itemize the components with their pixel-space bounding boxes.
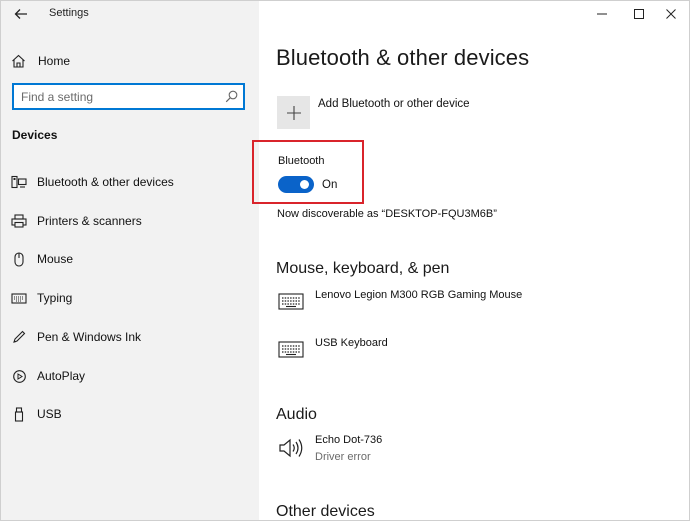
toggle-knob	[300, 180, 309, 189]
keyboard-icon	[278, 341, 304, 358]
sidebar-item-label: Typing	[37, 291, 73, 305]
sidebar: Settings Home Devices	[1, 1, 259, 520]
page-title: Bluetooth & other devices	[276, 45, 530, 70]
close-icon	[666, 9, 676, 19]
sidebar-item-label: AutoPlay	[37, 369, 86, 383]
sidebar-item-mouse[interactable]: Mouse	[1, 243, 259, 275]
pen-icon	[10, 328, 28, 346]
close-button[interactable]	[651, 3, 689, 25]
device-name[interactable]: USB Keyboard	[315, 337, 388, 349]
sidebar-section-title: Devices	[12, 128, 58, 142]
printer-icon	[10, 212, 28, 230]
bluetooth-toggle[interactable]	[278, 176, 314, 193]
sidebar-item-label: Printers & scanners	[37, 214, 142, 228]
section-heading-input: Mouse, keyboard, & pen	[276, 260, 450, 277]
arrow-left-icon	[14, 9, 27, 19]
sidebar-item-pen[interactable]: Pen & Windows Ink	[1, 321, 259, 353]
devices-icon	[10, 173, 28, 191]
sidebar-item-printers[interactable]: Printers & scanners	[1, 205, 259, 237]
highlight-box	[252, 140, 364, 204]
autoplay-icon	[10, 367, 28, 385]
discoverable-text: Now discoverable as “DESKTOP-FQU3M6B”	[277, 208, 497, 220]
section-heading-audio: Audio	[276, 406, 317, 423]
maximize-icon	[634, 9, 644, 19]
sidebar-item-typing[interactable]: Typing	[1, 282, 259, 314]
sidebar-item-label: Pen & Windows Ink	[37, 330, 142, 344]
sidebar-item-label: Bluetooth & other devices	[37, 175, 174, 189]
sidebar-item-label: Mouse	[37, 252, 74, 266]
minimize-button[interactable]	[582, 3, 622, 25]
home-nav[interactable]: Home	[11, 51, 70, 71]
search-input[interactable]	[14, 89, 219, 104]
search-box	[12, 83, 245, 110]
settings-window: Settings Home Devices	[0, 0, 690, 521]
bluetooth-label: Bluetooth	[278, 155, 325, 167]
home-icon	[12, 54, 25, 68]
sidebar-item-usb[interactable]: USB	[1, 398, 259, 430]
keyboard-icon	[278, 293, 304, 310]
back-button[interactable]	[9, 3, 33, 25]
home-label: Home	[38, 54, 71, 68]
section-heading-other: Other devices	[276, 503, 375, 520]
device-name[interactable]: Echo Dot-736	[315, 434, 382, 446]
sidebar-item-bluetooth[interactable]: Bluetooth & other devices	[1, 166, 259, 198]
window-title: Settings	[49, 7, 89, 19]
speaker-icon	[278, 437, 306, 459]
search-icon[interactable]	[225, 90, 238, 103]
sidebar-item-label: USB	[37, 407, 62, 421]
sidebar-item-autoplay[interactable]: AutoPlay	[1, 360, 259, 392]
mouse-icon	[10, 250, 28, 268]
keyboard-icon	[10, 289, 28, 307]
plus-icon	[286, 105, 301, 120]
device-status: Driver error	[315, 451, 371, 463]
minimize-icon	[597, 13, 607, 15]
add-device-label[interactable]: Add Bluetooth or other device	[318, 98, 470, 110]
add-device-button[interactable]	[277, 96, 310, 129]
device-name[interactable]: Lenovo Legion M300 RGB Gaming Mouse	[315, 289, 522, 301]
usb-icon	[10, 405, 28, 423]
toggle-state-label: On	[322, 179, 338, 191]
